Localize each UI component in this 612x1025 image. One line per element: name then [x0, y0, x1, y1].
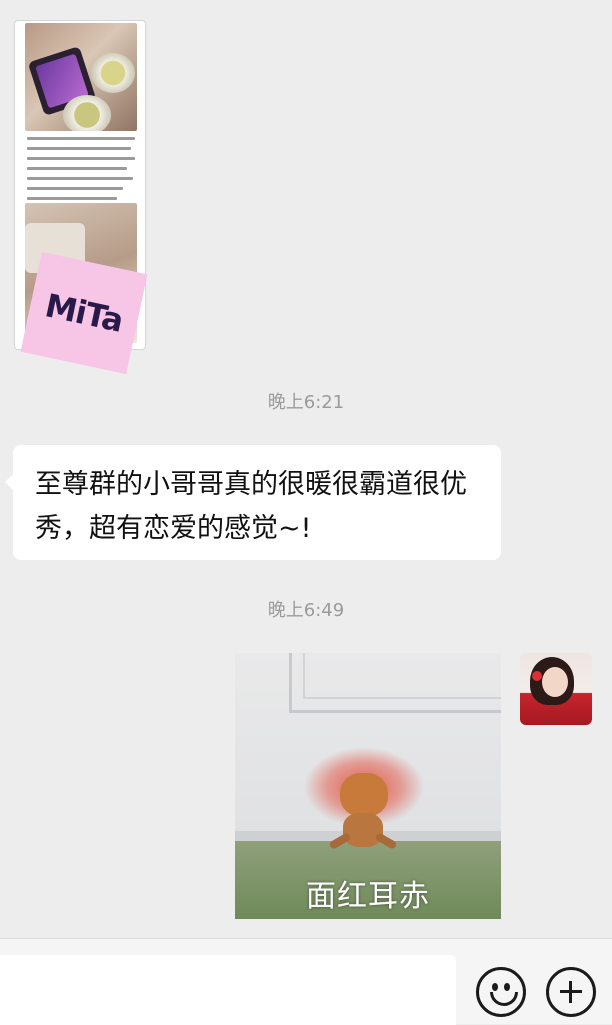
- message-input[interactable]: [0, 955, 456, 1025]
- article-photo-top: [25, 23, 137, 131]
- cartoon-mouse-head: [340, 773, 388, 817]
- mita-logo-text: MiTa: [41, 286, 127, 340]
- emoji-icon[interactable]: [476, 967, 526, 1017]
- timestamp: 晚上6:49: [267, 600, 345, 621]
- tea-cup-graphic: [91, 53, 135, 93]
- tea-cup-graphic: [63, 95, 111, 131]
- received-text-bubble[interactable]: 至尊群的小哥哥真的很暖很霸道很优秀，超有恋爱的感觉~!: [5, 445, 501, 560]
- article-text-lines: [27, 137, 137, 207]
- sticker-caption: 面红耳赤: [306, 879, 430, 914]
- input-bar: [0, 938, 612, 1025]
- message-text: 至尊群的小哥哥真的很暖很霸道很优秀，超有恋爱的感觉~!: [35, 469, 467, 544]
- mita-logo: MiTa: [20, 251, 148, 375]
- sent-sticker-message[interactable]: 面红耳赤: [235, 653, 501, 919]
- timestamp: 晚上6:21: [267, 392, 345, 413]
- plus-icon[interactable]: [546, 967, 596, 1017]
- cartoon-mouse-body: [343, 813, 383, 847]
- avatar[interactable]: [520, 653, 592, 725]
